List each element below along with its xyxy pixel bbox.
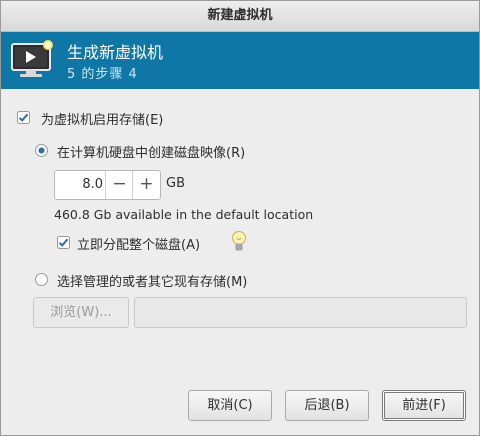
enable-storage-checkbox[interactable] bbox=[17, 111, 30, 124]
decrease-size-button[interactable]: − bbox=[105, 171, 133, 199]
disk-size-spinner[interactable]: 8.0 − + bbox=[54, 170, 161, 200]
cancel-button[interactable]: 取消(C) bbox=[188, 390, 272, 421]
available-space-text: 460.8 Gb available in the default locati… bbox=[54, 207, 314, 222]
wizard-step: 5 的步骤 4 bbox=[67, 67, 138, 82]
new-vm-dialog: 新建虚拟机 生成新虚拟机 5 的步骤 4 为虚拟机启用存储(E) 在计算机硬盘中… bbox=[0, 0, 480, 436]
disk-size-value[interactable]: 8.0 bbox=[55, 171, 103, 199]
create-disk-label[interactable]: 在计算机硬盘中创建磁盘映像(R) bbox=[57, 142, 245, 161]
increase-size-button[interactable]: + bbox=[132, 171, 160, 199]
enable-storage-label[interactable]: 为虚拟机启用存储(E) bbox=[41, 109, 163, 128]
back-button[interactable]: 后退(B) bbox=[285, 390, 369, 421]
size-unit: GB bbox=[166, 176, 185, 191]
browse-button[interactable]: 浏览(W)... bbox=[33, 297, 129, 328]
allocate-disk-checkbox[interactable] bbox=[57, 236, 70, 249]
allocate-disk-label[interactable]: 立即分配整个磁盘(A) bbox=[77, 234, 200, 253]
virtual-machine-icon bbox=[11, 38, 57, 78]
existing-storage-radio[interactable] bbox=[35, 273, 48, 286]
storage-path-input[interactable] bbox=[134, 297, 467, 328]
forward-button[interactable]: 前进(F) bbox=[382, 390, 466, 421]
window-title: 新建虚拟机 bbox=[1, 1, 479, 32]
wizard-title: 生成新虚拟机 bbox=[67, 43, 164, 62]
lightbulb-hint-icon bbox=[230, 230, 248, 254]
existing-storage-label[interactable]: 选择管理的或者其它现有存储(M) bbox=[57, 271, 247, 290]
wizard-banner: 生成新虚拟机 5 的步骤 4 bbox=[1, 32, 479, 89]
create-disk-radio[interactable] bbox=[35, 144, 48, 157]
